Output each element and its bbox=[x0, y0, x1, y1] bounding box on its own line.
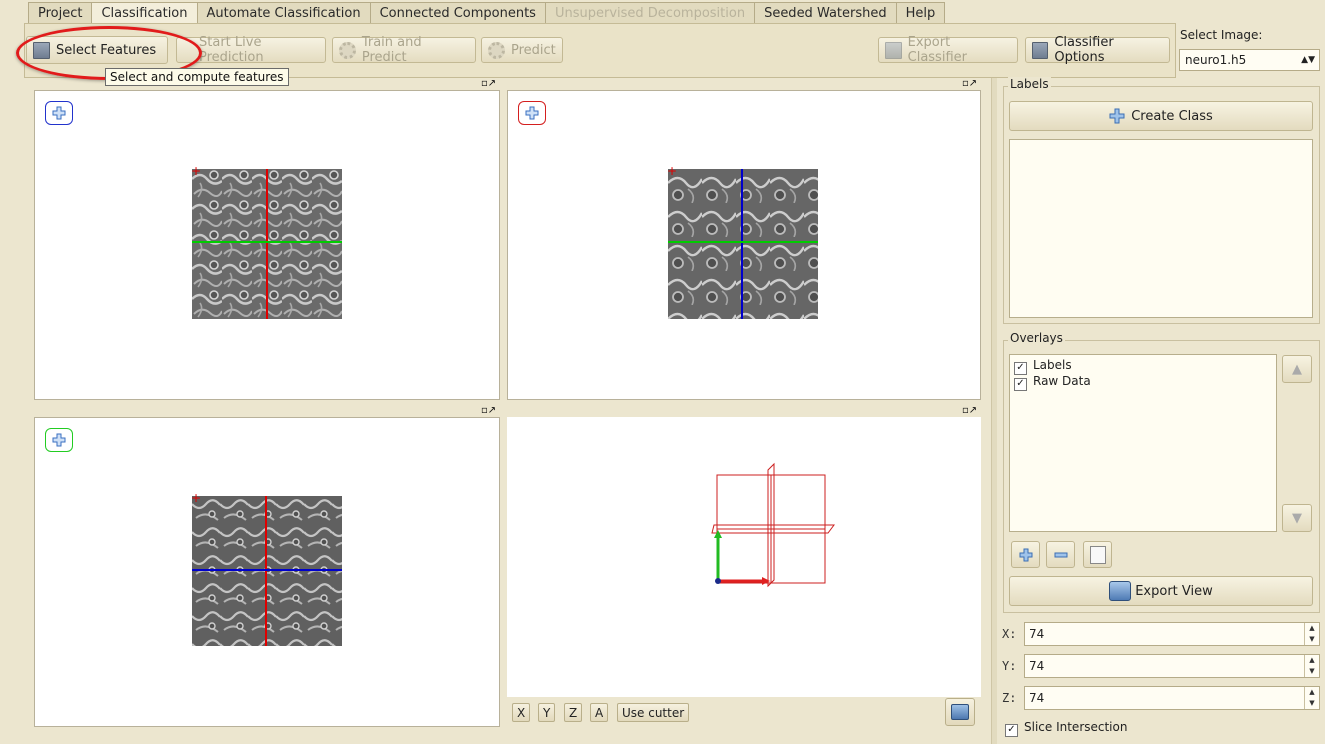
tab-connected-components[interactable]: Connected Components bbox=[369, 2, 546, 24]
labels-group-title: Labels bbox=[1008, 77, 1051, 91]
gear-icon bbox=[339, 41, 356, 59]
remove-overlay-button[interactable] bbox=[1046, 541, 1075, 568]
z-coord-label: Z: bbox=[1002, 691, 1017, 705]
predict-label: Predict bbox=[511, 42, 556, 58]
add-overlay-button[interactable] bbox=[1011, 541, 1040, 568]
move-up-button[interactable]: ▲ bbox=[1282, 355, 1312, 383]
y-coord-value: 74 bbox=[1029, 659, 1045, 673]
save-snapshot-button[interactable] bbox=[945, 698, 975, 726]
tab-unsupervised-decomposition: Unsupervised Decomposition bbox=[544, 2, 756, 24]
export-icon bbox=[1109, 581, 1132, 601]
classifier-options-button[interactable]: Classifier Options bbox=[1025, 35, 1170, 65]
maximize-icon[interactable]: ▫↗ bbox=[962, 405, 977, 416]
slice-viewer-x[interactable]: + bbox=[34, 417, 500, 727]
y-coord-label: Y: bbox=[1002, 659, 1017, 673]
tab-seeded-watershed[interactable]: Seeded Watershed bbox=[754, 2, 897, 24]
blank-document-icon bbox=[1089, 545, 1106, 564]
view-all-button[interactable]: A bbox=[590, 703, 609, 722]
spin-arrows-icon[interactable]: ▲ ▼ bbox=[1304, 623, 1319, 645]
overlay-properties-button[interactable] bbox=[1083, 541, 1112, 568]
spin-arrows-icon[interactable]: ▲ ▼ bbox=[1304, 687, 1319, 709]
crosshair-plus-icon[interactable] bbox=[45, 101, 73, 125]
document-icon bbox=[885, 41, 902, 59]
gear-icon bbox=[488, 41, 505, 59]
crosshair-plus-icon[interactable] bbox=[518, 101, 546, 125]
arrow-up-icon: ▲ bbox=[1292, 361, 1302, 377]
create-class-label: Create Class bbox=[1131, 108, 1213, 124]
overlay-item-label: Labels bbox=[1033, 358, 1072, 372]
view-z-button[interactable]: Z bbox=[564, 703, 583, 722]
tab-automate-classification[interactable]: Automate Classification bbox=[196, 2, 371, 24]
maximize-icon[interactable]: ▫↗ bbox=[962, 78, 977, 89]
crosshair bbox=[192, 496, 342, 646]
checkbox[interactable]: ✓ bbox=[1014, 378, 1027, 391]
overlay-item-labels[interactable]: ✓ Labels bbox=[1014, 358, 1272, 375]
tooltip: Select and compute features bbox=[105, 68, 289, 86]
image-select-dropdown[interactable]: neuro1.h5 ▲▼ bbox=[1179, 49, 1320, 71]
create-class-button[interactable]: Create Class bbox=[1009, 101, 1313, 131]
checkbox[interactable]: ✓ bbox=[1005, 724, 1018, 737]
overlays-group-title: Overlays bbox=[1008, 331, 1065, 345]
overlay-item-label: Raw Data bbox=[1033, 374, 1091, 388]
view-x-button[interactable]: X bbox=[512, 703, 531, 722]
spin-arrows-icon[interactable]: ▲ ▼ bbox=[1304, 655, 1319, 677]
move-down-button[interactable]: ▼ bbox=[1282, 504, 1312, 532]
maximize-icon[interactable]: ▫↗ bbox=[481, 405, 496, 416]
tab-project[interactable]: Project bbox=[28, 2, 93, 24]
train-and-predict-button: Train and Predict bbox=[332, 35, 476, 65]
start-live-prediction-label: Start Live Prediction bbox=[199, 35, 264, 65]
document-icon bbox=[1032, 41, 1049, 59]
volume-viewer-3d[interactable] bbox=[507, 417, 981, 697]
tab-help[interactable]: Help bbox=[895, 2, 946, 24]
overlays-list[interactable]: ✓ Labels ✓ Raw Data bbox=[1009, 354, 1277, 532]
overlay-item-raw-data[interactable]: ✓ Raw Data bbox=[1014, 374, 1272, 391]
export-icon bbox=[951, 704, 969, 720]
x-coord-value: 74 bbox=[1029, 627, 1045, 641]
export-classifier-button: Export Classifier bbox=[878, 35, 1018, 65]
x-coord-spinbox[interactable]: 74 ▲ ▼ bbox=[1024, 622, 1320, 646]
label-classes-list[interactable] bbox=[1009, 139, 1313, 318]
train-and-predict-label: Train and Predict bbox=[361, 35, 422, 65]
slice-intersection-label: Slice Intersection bbox=[1024, 720, 1128, 734]
crosshair bbox=[192, 169, 342, 319]
export-view-label: Export View bbox=[1135, 583, 1213, 599]
maximize-icon[interactable]: ▫↗ bbox=[481, 78, 496, 89]
plus-icon bbox=[1019, 548, 1032, 561]
predict-button: Predict bbox=[481, 37, 563, 63]
slice-intersection-toggle[interactable]: ✓ Slice Intersection bbox=[1005, 720, 1127, 737]
3d-slice-planes bbox=[711, 462, 835, 588]
crosshair bbox=[668, 169, 818, 319]
view-y-button[interactable]: Y bbox=[538, 703, 556, 722]
slice-viewer-y[interactable]: + bbox=[507, 90, 981, 400]
minus-icon bbox=[1054, 552, 1067, 557]
classifier-options-label: Classifier Options bbox=[1054, 35, 1114, 65]
splitter-handle[interactable] bbox=[991, 78, 997, 744]
plus-icon bbox=[1109, 108, 1125, 124]
y-coord-spinbox[interactable]: 74 ▲ ▼ bbox=[1024, 654, 1320, 678]
image-select-value: neuro1.h5 bbox=[1185, 53, 1247, 67]
select-image-label: Select Image: bbox=[1180, 28, 1263, 42]
use-cutter-button[interactable]: Use cutter bbox=[617, 703, 690, 722]
z-coord-spinbox[interactable]: 74 ▲ ▼ bbox=[1024, 686, 1320, 710]
main-tab-bar: Project Classification Automate Classifi… bbox=[28, 2, 946, 26]
arrow-down-icon: ▼ bbox=[1292, 510, 1302, 526]
spin-arrows-icon: ▲▼ bbox=[1301, 55, 1315, 65]
crosshair-plus-icon[interactable] bbox=[45, 428, 73, 452]
x-coord-label: X: bbox=[1002, 627, 1017, 641]
z-coord-value: 74 bbox=[1029, 691, 1045, 705]
export-view-button[interactable]: Export View bbox=[1009, 576, 1313, 606]
export-classifier-label: Export Classifier bbox=[907, 35, 967, 65]
slice-viewer-z[interactable]: + bbox=[34, 90, 500, 400]
